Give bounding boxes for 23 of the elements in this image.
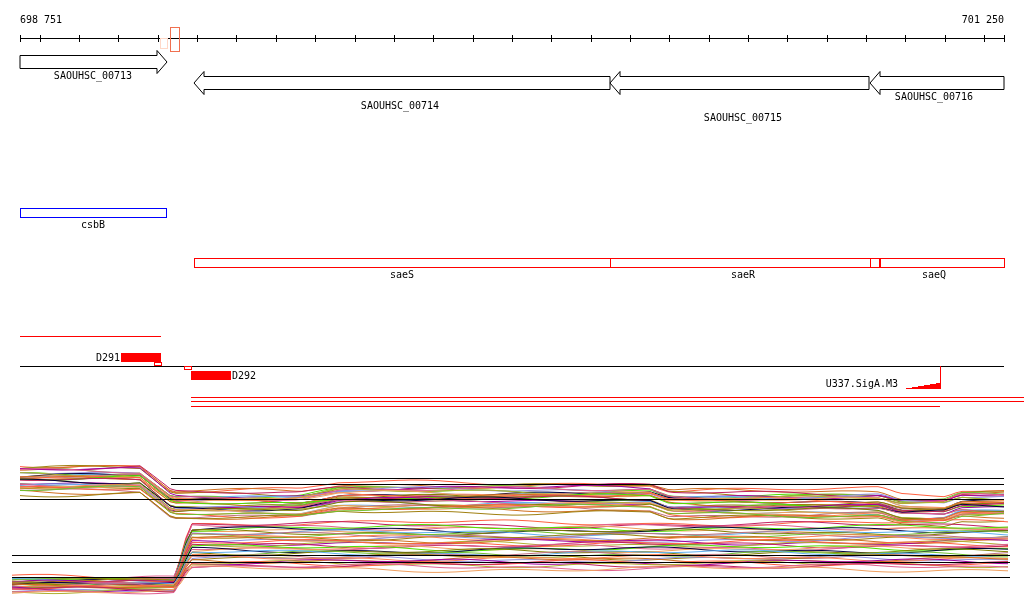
gene-arrow[interactable] [193,71,611,95]
feature-box[interactable] [20,208,167,218]
end-coordinate: 701 250 [961,14,1004,25]
feature-label: saeR [730,269,756,280]
gene-label: SAOUHSC_00714 [360,100,440,111]
marker-outline [160,38,168,49]
start-coordinate: 698 751 [20,14,63,25]
feature-box[interactable] [194,258,611,268]
probe-label: D292 [232,370,257,381]
gene-label: SAOUHSC_00716 [894,91,974,102]
feature-box[interactable] [870,258,880,268]
feature-label: saeQ [921,269,947,280]
gene-arrow[interactable] [609,71,870,95]
probe-marker [184,366,192,370]
feature-label: saeS [389,269,415,280]
promoter-label: U337.SigA.M3 [825,378,898,389]
gene-label: SAOUHSC_00713 [53,70,133,81]
feature-label: csbB [80,219,106,230]
gene-label: SAOUHSC_00715 [703,112,783,123]
probe-label: D291 [95,352,120,363]
feature-box[interactable] [610,258,871,268]
position-marker [170,27,180,52]
feature-box[interactable] [880,258,1005,268]
